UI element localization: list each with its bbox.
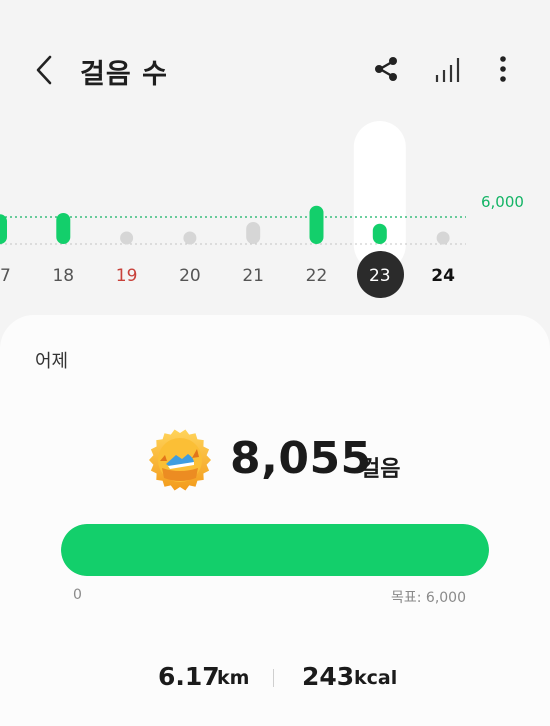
chart-view-button[interactable] bbox=[433, 55, 463, 85]
bar-20[interactable] bbox=[183, 231, 197, 245]
bar-23[interactable] bbox=[372, 223, 387, 244]
day-label-24[interactable]: 24 bbox=[423, 266, 463, 286]
goal-line-label: 6,000 bbox=[481, 193, 524, 211]
steps-progress-fill bbox=[61, 524, 489, 576]
steps-progress-bar bbox=[61, 524, 489, 576]
stats-divider bbox=[273, 669, 274, 687]
progress-goal-label: 목표: 6,000 bbox=[390, 590, 466, 606]
calories-unit: kcal bbox=[354, 667, 398, 689]
day-label-19[interactable]: 19 bbox=[107, 266, 147, 286]
stats-row: 6.17 km 243 kcal bbox=[0, 660, 550, 700]
bar-24[interactable] bbox=[436, 231, 450, 245]
day-label-23[interactable]: 23 bbox=[360, 266, 400, 286]
day-label-21[interactable]: 21 bbox=[233, 266, 273, 286]
daily-summary-card: 어제 8,055 걸음 0 목표: 6,000 6.17 km 243 kcal bbox=[0, 315, 550, 726]
day-label-20[interactable]: 20 bbox=[170, 266, 210, 286]
bar-chart-icon bbox=[435, 58, 460, 82]
progress-start-label: 0 bbox=[73, 587, 82, 603]
more-vertical-icon bbox=[500, 56, 506, 82]
share-icon bbox=[375, 57, 397, 81]
distance-value: 6.17 bbox=[158, 662, 220, 691]
share-button[interactable] bbox=[372, 55, 400, 83]
more-options-button[interactable] bbox=[490, 55, 516, 85]
steps-count: 8,055 bbox=[230, 433, 372, 484]
calories-value: 243 bbox=[302, 662, 355, 691]
bar-21[interactable] bbox=[246, 221, 261, 244]
page-title: 걸음 수 bbox=[80, 59, 168, 90]
distance-unit: km bbox=[217, 667, 250, 689]
steps-unit: 걸음 bbox=[360, 457, 401, 482]
day-label-18[interactable]: 18 bbox=[43, 266, 83, 286]
date-label: 어제 bbox=[35, 351, 69, 372]
bar-18[interactable] bbox=[56, 212, 71, 244]
back-button[interactable] bbox=[30, 52, 62, 88]
weekly-steps-chart: 6,000 17 18 19 20 21 22 23 24 bbox=[0, 115, 550, 315]
back-chevron-icon bbox=[36, 55, 52, 85]
running-shoe-badge-icon bbox=[149, 429, 211, 491]
day-label-22[interactable]: 22 bbox=[297, 266, 337, 286]
selected-day-highlight bbox=[353, 121, 406, 271]
day-label-17[interactable]: 17 bbox=[0, 266, 20, 286]
bar-19[interactable] bbox=[120, 231, 134, 245]
bar-17[interactable] bbox=[0, 214, 7, 244]
bar-22[interactable] bbox=[309, 205, 324, 244]
